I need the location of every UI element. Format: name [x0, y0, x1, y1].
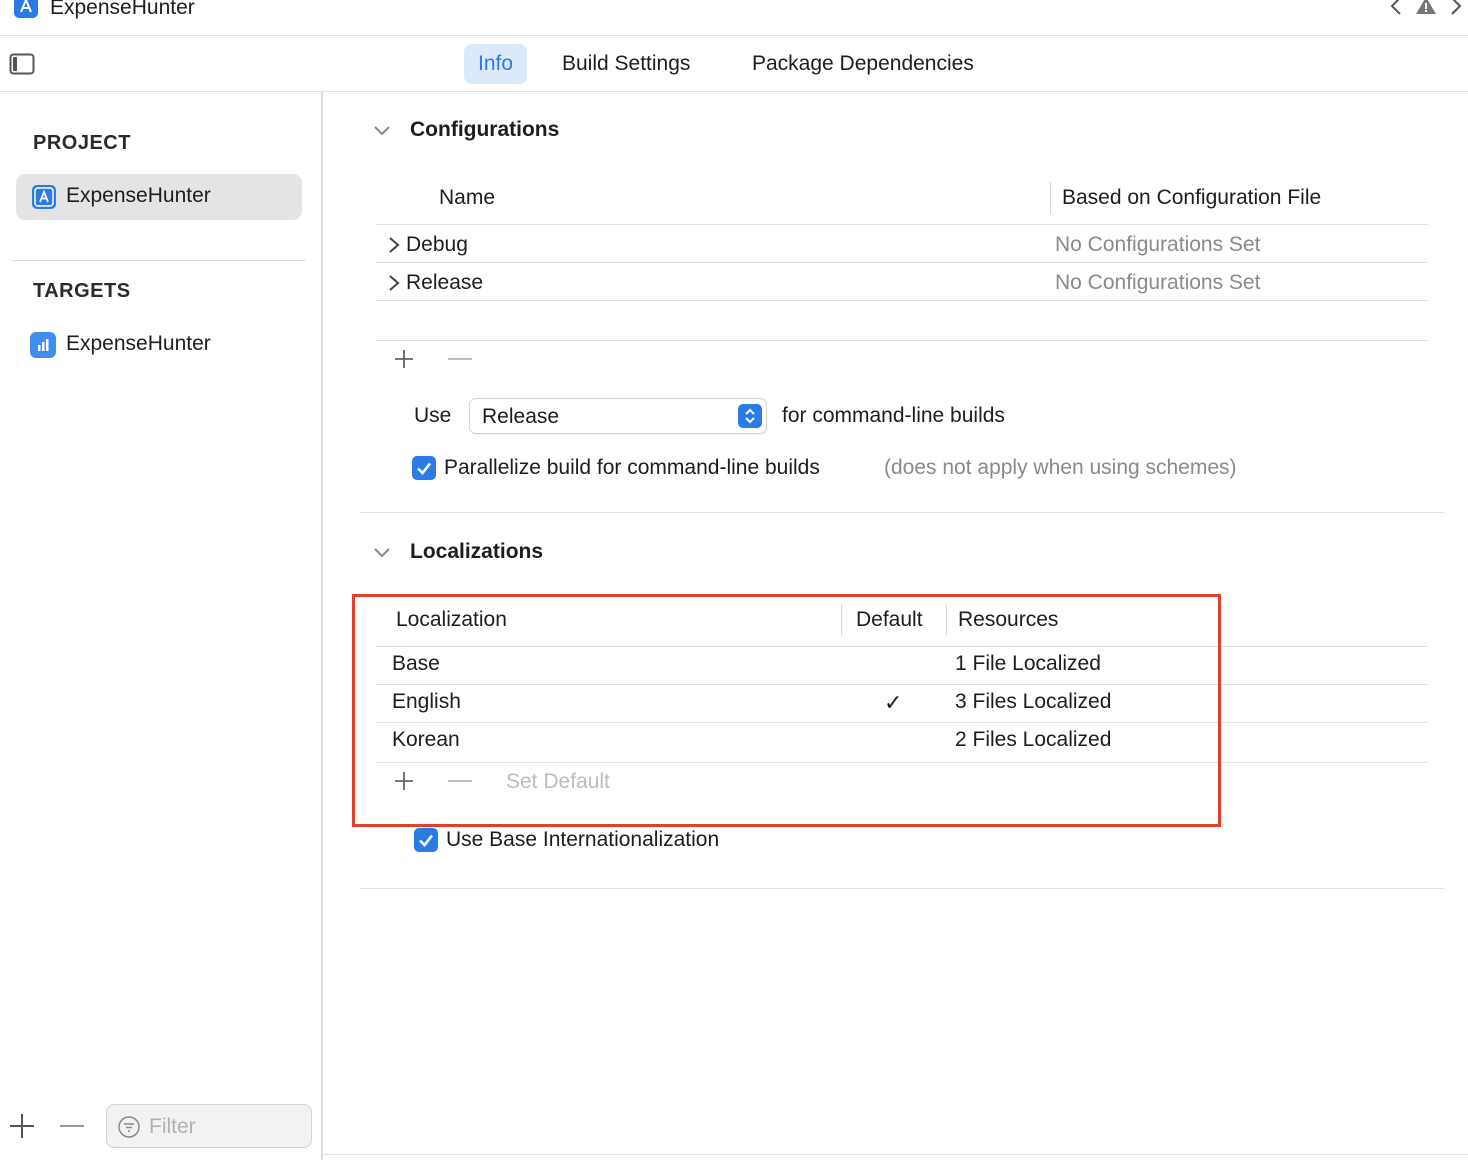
use-base-internationalization-label[interactable]: Use Base Internationalization	[446, 828, 719, 852]
filter-field[interactable]	[106, 1104, 312, 1148]
chevron-down-icon[interactable]	[372, 120, 392, 140]
divider	[376, 262, 1428, 263]
config-row-file: No Configurations Set	[1055, 271, 1261, 294]
use-base-internationalization-checkbox[interactable]	[414, 828, 438, 852]
parallelize-note: (does not apply when using schemes)	[884, 456, 1237, 479]
chevron-right-icon[interactable]	[386, 236, 402, 254]
tab-bar: Info Build Settings Package Dependencies	[0, 36, 1468, 92]
divider	[376, 340, 1428, 341]
sidebar-item-target[interactable]: ExpenseHunter	[16, 322, 302, 368]
divider	[323, 1154, 1468, 1155]
build-configuration-select[interactable]: Release	[469, 398, 767, 434]
app-target-icon	[30, 332, 56, 358]
parallelize-checkbox[interactable]	[412, 456, 436, 480]
add-icon[interactable]	[8, 1112, 36, 1140]
localizations-title: Localizations	[410, 540, 544, 563]
targets-heading: TARGETS	[33, 280, 131, 302]
add-configuration-button[interactable]	[392, 347, 416, 371]
configurations-title: Configurations	[410, 118, 560, 141]
remove-configuration-button[interactable]	[448, 347, 474, 371]
divider	[376, 300, 1428, 301]
xcode-project-icon	[32, 185, 56, 209]
sidebar-divider	[12, 260, 306, 261]
column-divider	[1050, 182, 1051, 214]
title-bar: ExpenseHunter	[0, 0, 1468, 36]
xcode-project-icon	[14, 0, 38, 18]
parallelize-label[interactable]: Parallelize build for command-line build…	[444, 456, 820, 480]
sidebar-item-project[interactable]: ExpenseHunter	[16, 174, 302, 220]
column-header-name[interactable]: Name	[439, 186, 495, 210]
chevron-right-icon[interactable]	[1446, 0, 1466, 18]
highlight-annotation	[352, 594, 1221, 827]
section-divider	[360, 512, 1444, 513]
warning-icon[interactable]	[1414, 0, 1438, 18]
config-row-name[interactable]: Debug	[406, 233, 468, 257]
sidebar: PROJECT ExpenseHunter TARGETS ExpenseHun…	[0, 92, 323, 1160]
section-divider	[360, 888, 1444, 889]
tab-package-dependencies[interactable]: Package Dependencies	[738, 44, 988, 84]
sidebar-item-label: ExpenseHunter	[66, 184, 211, 207]
chevron-down-icon[interactable]	[372, 542, 392, 562]
filter-input[interactable]	[149, 1114, 299, 1140]
filter-icon	[117, 1115, 141, 1139]
use-label: Use	[414, 404, 452, 427]
remove-icon[interactable]	[58, 1112, 86, 1140]
tab-build-settings[interactable]: Build Settings	[548, 44, 704, 84]
divider	[376, 224, 1428, 225]
chevron-left-icon[interactable]	[1386, 0, 1406, 18]
select-value: Release	[482, 405, 560, 428]
use-suffix-label: for command-line builds	[782, 404, 1005, 427]
project-heading: PROJECT	[33, 132, 131, 154]
config-row-name[interactable]: Release	[406, 271, 483, 295]
sidebar-toggle-icon[interactable]	[9, 52, 35, 76]
window-title: ExpenseHunter	[50, 0, 195, 19]
chevron-right-icon[interactable]	[386, 274, 402, 292]
tab-info[interactable]: Info	[464, 44, 528, 84]
chevron-updown-icon	[738, 404, 762, 428]
config-row-file: No Configurations Set	[1055, 233, 1261, 256]
column-header-config-file[interactable]: Based on Configuration File	[1062, 186, 1321, 210]
sidebar-item-label: ExpenseHunter	[66, 332, 211, 355]
